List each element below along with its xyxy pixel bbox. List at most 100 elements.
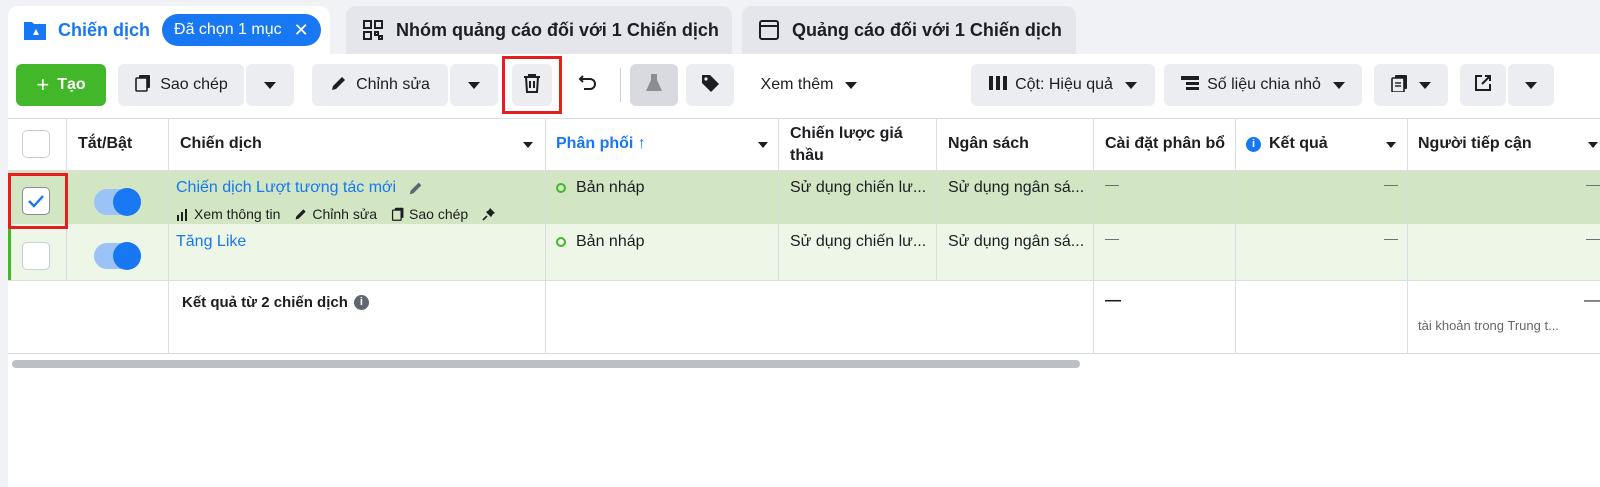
delivery-status: Bản nháp [556, 178, 645, 198]
toggle-knob [113, 242, 141, 270]
header-results-label: Kết quả [1269, 135, 1328, 152]
tab-campaigns[interactable]: Chiến dịch Đã chọn 1 mục ✕ [8, 6, 330, 54]
export-dropdown-button[interactable] [1508, 64, 1554, 106]
flask-icon [645, 73, 663, 98]
selected-count-pill[interactable]: Đã chọn 1 mục ✕ [162, 14, 321, 46]
header-toggle[interactable]: Tắt/Bật [78, 118, 132, 170]
results-value: — [1384, 176, 1398, 192]
edit-label: Chỉnh sửa [356, 76, 430, 93]
tab-ads[interactable]: Quảng cáo đối với 1 Chiến dịch [742, 6, 1076, 54]
info-icon[interactable]: i [1246, 136, 1261, 152]
breakdown-button[interactable]: Số liệu chia nhỏ [1164, 64, 1362, 106]
create-button[interactable]: + Tạo [16, 64, 106, 106]
delivery-status-label: Bản nháp [576, 179, 645, 196]
summary-row: Kết quả từ 2 chiến dịch i [182, 290, 369, 314]
toggle-knob [113, 188, 141, 216]
copy-icon [134, 74, 152, 97]
toolbar-divider [620, 68, 621, 102]
select-all-checkbox[interactable] [22, 130, 50, 158]
column-divider [545, 118, 546, 353]
chevron-down-icon[interactable] [758, 142, 768, 148]
copy-dropdown-button[interactable] [246, 64, 294, 106]
column-divider [936, 118, 937, 280]
chevron-down-icon [264, 81, 276, 89]
campaign-toggle[interactable] [94, 188, 141, 216]
header-bid-strategy-line1[interactable]: Chiến lược giá [790, 124, 903, 144]
chevron-down-icon [1419, 81, 1431, 89]
campaign-name-link[interactable]: Chiến dịch Lượt tương tác mới [176, 178, 396, 198]
pencil-icon[interactable] [408, 180, 424, 201]
delete-highlight [502, 56, 562, 114]
view-action[interactable]: Xem thông tin [176, 206, 280, 222]
draft-status-icon [556, 183, 566, 193]
header-reach[interactable]: Người tiếp cận [1418, 118, 1532, 170]
bid-strategy-value: Sử dụng chiến lư... [790, 233, 927, 250]
tag-button[interactable] [686, 64, 734, 106]
tab-adsets-label: Nhóm quảng cáo đối với 1 Chiến dịch [396, 19, 719, 40]
header-delivery[interactable]: Phân phối ↑ [556, 118, 646, 170]
pin-action[interactable] [482, 207, 500, 221]
report-icon [1391, 74, 1409, 97]
summary-attribution: — [1105, 292, 1121, 309]
budget-value: Sử dụng ngân sá... [948, 233, 1085, 250]
chevron-down-icon [1124, 81, 1137, 89]
header-bid-strategy-line2[interactable]: thầu [790, 146, 824, 166]
chevron-down-icon [845, 81, 858, 89]
copy-action-label: Sao chép [409, 206, 469, 222]
chevron-down-icon[interactable] [523, 142, 533, 148]
bid-strategy-value: Sử dụng chiến lư... [790, 179, 927, 196]
toolbar: + Tạo Sao chép Chỉnh sửa Xem thêm Cột: H… [8, 54, 1600, 118]
chevron-down-icon[interactable] [1386, 142, 1396, 148]
column-divider [778, 118, 779, 280]
campaigns-table: Tắt/Bật Chiến dịch Phân phối ↑ Chiến lượ… [8, 118, 1600, 487]
attribution-value: — [1105, 176, 1119, 192]
row-checkbox[interactable] [22, 187, 50, 215]
breakdown-label: Số liệu chia nhỏ [1207, 76, 1321, 93]
copy-action[interactable]: Sao chép [391, 206, 468, 222]
checkmark-icon [28, 195, 44, 208]
pencil-icon [330, 74, 348, 97]
column-divider [1235, 118, 1236, 353]
reports-button[interactable] [1374, 64, 1448, 106]
close-icon[interactable]: ✕ [294, 21, 309, 39]
chevron-down-icon[interactable] [1588, 142, 1598, 148]
grid-icon [360, 17, 386, 43]
header-attribution[interactable]: Cài đặt phân bổ [1105, 118, 1225, 170]
chevron-down-icon [468, 81, 480, 89]
tab-adsets[interactable]: Nhóm quảng cáo đối với 1 Chiến dịch [346, 6, 732, 54]
header-results[interactable]: i Kết quả [1246, 118, 1328, 170]
copy-button[interactable]: Sao chép [118, 64, 244, 106]
tag-icon [700, 73, 720, 98]
see-more-button[interactable]: Xem thêm [748, 64, 870, 106]
campaign-toggle[interactable] [94, 242, 141, 270]
info-icon[interactable]: i [353, 294, 369, 310]
row-status-bar [8, 224, 11, 280]
horizontal-scrollbar[interactable] [12, 360, 1080, 368]
table-border [8, 353, 1600, 354]
edit-dropdown-button[interactable] [450, 64, 498, 106]
edit-button[interactable]: Chỉnh sửa [312, 64, 448, 106]
ab-test-button[interactable] [630, 64, 678, 106]
copy-icon [391, 207, 404, 221]
summary-reach-note: tài khoản trong Trung t... [1418, 317, 1559, 333]
attribution-value: — [1105, 230, 1119, 246]
columns-icon [989, 75, 1008, 96]
columns-button[interactable]: Cột: Hiệu quả [971, 64, 1155, 106]
pin-icon [482, 208, 496, 221]
summary-label: Kết quả từ 2 chiến dịch [182, 293, 348, 311]
export-button[interactable] [1460, 64, 1506, 106]
results-value: — [1384, 230, 1398, 246]
edit-action[interactable]: Chỉnh sửa [294, 206, 377, 222]
header-campaign[interactable]: Chiến dịch [180, 118, 262, 170]
external-link-icon [1474, 74, 1492, 97]
row-checkbox[interactable] [22, 242, 50, 270]
breakdown-icon [1181, 75, 1200, 96]
header-budget[interactable]: Ngân sách [948, 118, 1029, 170]
undo-button[interactable] [568, 64, 608, 106]
plus-icon: + [36, 72, 50, 97]
campaign-name-link[interactable]: Tăng Like [176, 232, 246, 252]
tab-ads-label: Quảng cáo đối với 1 Chiến dịch [792, 19, 1062, 40]
campaigns-panel: + Tạo Sao chép Chỉnh sửa Xem thêm Cột: H… [8, 54, 1600, 487]
budget-value: Sử dụng ngân sá... [948, 179, 1085, 196]
reach-value: — [1586, 230, 1600, 246]
